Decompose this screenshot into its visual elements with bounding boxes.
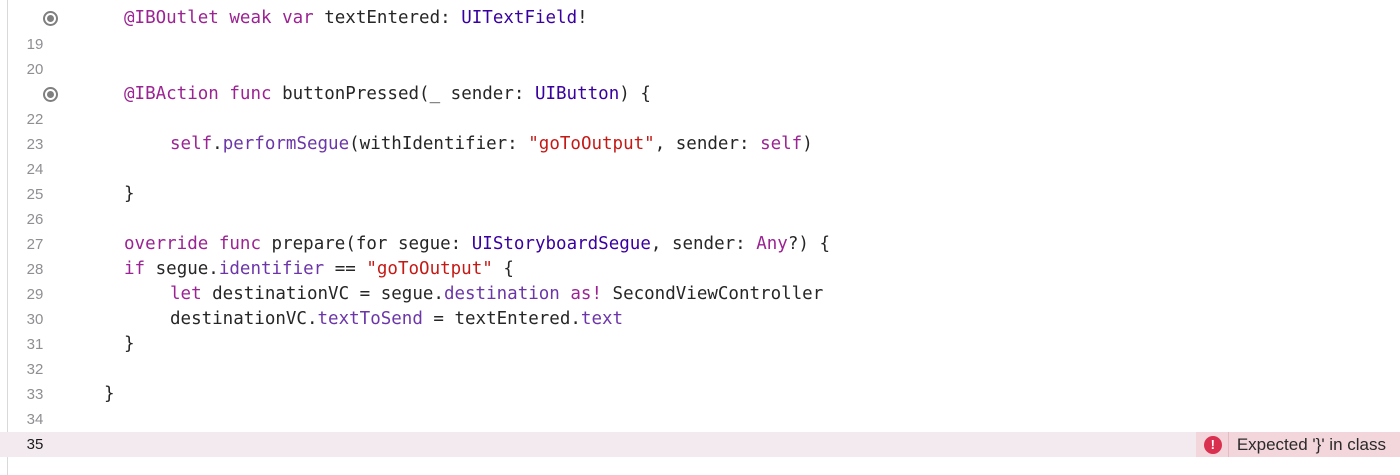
code-text: if segue.identifier == "goToOutput" { xyxy=(124,259,514,279)
line-number: 19 xyxy=(26,36,44,53)
code-editor[interactable]: @IBOutlet weak var textEntered: UITextFi… xyxy=(0,0,1400,475)
code-line[interactable]: 25 } xyxy=(0,182,1400,207)
code-line[interactable]: 32 xyxy=(0,357,1400,382)
error-icon[interactable]: ! xyxy=(1203,435,1222,454)
code-line[interactable]: 20 xyxy=(0,57,1400,82)
line-number: 20 xyxy=(26,61,44,78)
code-text: } xyxy=(104,384,115,404)
code-line[interactable]: 28 if segue.identifier == "goToOutput" { xyxy=(0,257,1400,282)
error-divider xyxy=(1227,432,1229,457)
error-message: Expected '}' in class xyxy=(1236,434,1386,454)
code-line[interactable]: 19 xyxy=(0,32,1400,57)
line-number: 33 xyxy=(26,386,44,403)
error-annotation[interactable]: ! Expected '}' in class xyxy=(1195,432,1400,457)
line-number: 23 xyxy=(26,136,44,153)
line-number: 26 xyxy=(26,211,44,228)
line-number: 32 xyxy=(26,361,44,378)
current-code-line[interactable]: 35 ! Expected '}' in class xyxy=(0,432,1400,457)
code-text: @IBOutlet weak var textEntered: UITextFi… xyxy=(124,8,588,28)
outlet-connection-icon[interactable] xyxy=(43,11,58,26)
code-line[interactable]: 22 xyxy=(0,107,1400,132)
code-text: } xyxy=(124,334,135,354)
code-text: } xyxy=(124,184,135,204)
line-number: 30 xyxy=(26,311,44,328)
code-text: destinationVC.textToSend = textEntered.t… xyxy=(170,309,624,329)
line-number: 25 xyxy=(26,186,44,203)
line-number: 22 xyxy=(26,111,44,128)
action-connection-icon[interactable] xyxy=(43,87,58,102)
code-text: self.performSegue(withIdentifier: "goToO… xyxy=(170,134,813,154)
code-line[interactable]: 30 destinationVC.textToSend = textEntere… xyxy=(0,307,1400,332)
code-line[interactable]: 33 } xyxy=(0,382,1400,407)
line-number: 34 xyxy=(26,411,44,428)
line-number: 29 xyxy=(26,286,44,303)
code-text: override func prepare(for segue: UIStory… xyxy=(124,234,830,254)
line-number: 27 xyxy=(26,236,44,253)
code-line[interactable]: 31 } xyxy=(0,332,1400,357)
code-text: @IBAction func buttonPressed(_ sender: U… xyxy=(124,84,651,104)
code-line[interactable]: 27 override func prepare(for segue: UISt… xyxy=(0,232,1400,257)
line-number: 28 xyxy=(26,261,44,278)
line-number: 35 xyxy=(26,436,44,453)
code-line[interactable]: 24 xyxy=(0,157,1400,182)
line-number: 31 xyxy=(26,336,44,353)
line-number: 24 xyxy=(26,161,44,178)
code-line[interactable]: 34 xyxy=(0,407,1400,432)
code-line[interactable]: @IBOutlet weak var textEntered: UITextFi… xyxy=(0,6,1400,31)
code-line[interactable]: 29 let destinationVC = segue.destination… xyxy=(0,282,1400,307)
code-line[interactable]: @IBAction func buttonPressed(_ sender: U… xyxy=(0,82,1400,107)
code-line[interactable]: 23 self.performSegue(withIdentifier: "go… xyxy=(0,132,1400,157)
code-line[interactable]: 26 xyxy=(0,207,1400,232)
code-text: let destinationVC = segue.destination as… xyxy=(170,284,824,304)
